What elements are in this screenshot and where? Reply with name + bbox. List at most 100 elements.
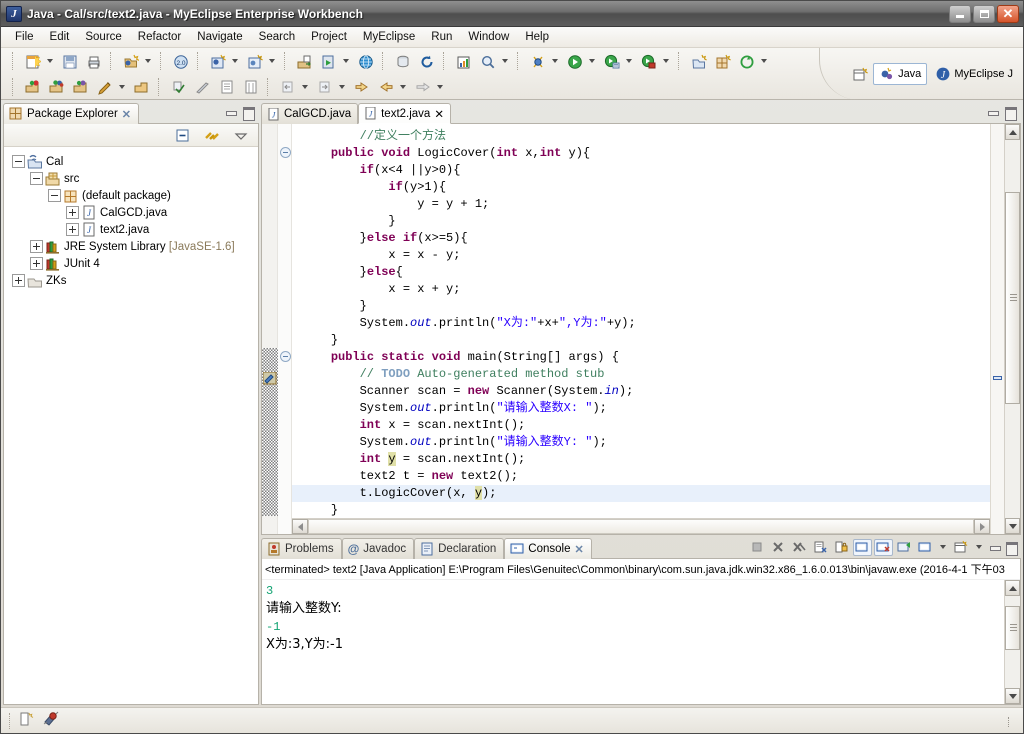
run-ant-icon[interactable] [191,76,213,97]
tree-item-cal[interactable]: Cal [12,153,258,170]
debug-dropdown-icon[interactable] [549,51,560,72]
perspective-tab-myeclipse[interactable]: J MyEclipse J [929,63,1019,85]
menu-refactor[interactable]: Refactor [130,29,189,45]
expander-icon[interactable] [66,206,79,219]
search-icon[interactable] [476,51,498,72]
new-java-project-dropdown-icon[interactable] [142,51,153,72]
minimize-view-button[interactable] [224,106,238,119]
close-button[interactable]: ✕ [997,4,1019,23]
display-console-dropdown-icon[interactable] [937,537,948,558]
web-20-icon[interactable]: 2.0 [169,51,191,72]
new-package-icon[interactable] [243,51,265,72]
new-wizard-icon[interactable] [21,51,43,72]
menu-edit[interactable]: Edit [42,29,78,45]
tree-item-zks[interactable]: ZKs [12,272,258,289]
menu-source[interactable]: Source [77,29,129,45]
run-dropdown-icon[interactable] [586,51,597,72]
open-console-dropdown-icon[interactable] [973,537,984,558]
menu-project[interactable]: Project [303,29,355,45]
tab-package-explorer[interactable]: Package Explorer ✕ [3,103,139,124]
external-tools-icon[interactable] [600,51,622,72]
maximize-view-button[interactable] [241,106,255,121]
scroll-up-button[interactable] [1005,580,1020,596]
run-icon[interactable] [563,51,585,72]
new-package-dropdown-icon[interactable] [266,51,277,72]
new-wizard-dropdown-icon[interactable] [44,51,55,72]
myeclipse-status-icon[interactable] [42,711,62,730]
vertical-scroll-track[interactable] [1005,140,1020,518]
expander-icon[interactable] [12,155,25,168]
new-class-icon[interactable] [206,51,228,72]
new-file-wizard-dropdown-icon[interactable] [116,76,127,97]
remove-all-terminated-icon[interactable] [790,539,809,556]
scroll-lock-icon[interactable] [832,539,851,556]
show-console-on-error-icon[interactable] [874,538,893,556]
expander-icon[interactable] [48,189,61,202]
open-perspective-icon[interactable] [848,64,870,85]
expander-icon[interactable] [30,240,43,253]
editor-tab-calgcd[interactable]: J CalGCD.java [261,103,359,124]
vertical-scroll-thumb[interactable] [1005,606,1020,650]
refresh-icon[interactable] [415,51,437,72]
tree-item-default-package[interactable]: (default package) [12,187,258,204]
toggle-mark-occurrences-icon[interactable] [239,76,261,97]
pin-console-icon[interactable] [895,539,914,556]
display-selected-console-icon[interactable] [916,539,935,556]
open-console-icon[interactable] [952,539,971,556]
menu-run[interactable]: Run [423,29,460,45]
tab-javadoc[interactable]: @ Javadoc [341,538,415,559]
tab-console[interactable]: Console ✕ [504,538,592,559]
editor-horizontal-scrollbar[interactable] [292,518,990,534]
scroll-up-button[interactable] [1005,124,1020,140]
search-dropdown-icon[interactable] [499,51,510,72]
view-menu-icon[interactable] [229,125,251,146]
run-last-icon[interactable] [637,51,659,72]
tab-problems[interactable]: Problems [261,538,342,559]
editor-tab-text2[interactable]: J text2.java ✕ [358,103,451,124]
editor-folding-ruler[interactable] [278,124,292,534]
new-java-project-icon[interactable] [119,51,141,72]
back-history-icon[interactable] [374,76,396,97]
save-icon[interactable] [58,51,80,72]
menu-myeclipse[interactable]: MyEclipse [355,29,423,45]
vertical-scroll-thumb[interactable] [1005,192,1020,404]
close-icon[interactable]: ✕ [575,543,584,556]
maximize-editor-button[interactable] [1003,106,1017,121]
editor-overview-ruler[interactable] [990,124,1004,534]
tab-declaration[interactable]: Declaration [414,538,505,559]
scroll-left-button[interactable] [292,519,308,534]
menu-help[interactable]: Help [517,29,557,45]
maximize-console-button[interactable] [1004,541,1018,556]
minimize-editor-button[interactable] [986,106,1000,119]
collapse-all-icon[interactable] [171,125,193,146]
remove-launch-icon[interactable] [769,539,788,556]
code-text-area[interactable]: //定义一个方法 public void LogicCover(int x,in… [292,124,990,518]
database-explorer-icon[interactable] [391,51,413,72]
forward-navigation-icon[interactable] [411,76,433,97]
toggle-breadcrumb-icon[interactable] [215,76,237,97]
previous-edit-dropdown-icon[interactable] [299,76,310,97]
forward-history-icon[interactable] [350,76,372,97]
maximize-button[interactable] [973,4,995,23]
vertical-scroll-track[interactable] [1005,596,1020,688]
scroll-down-button[interactable] [1005,688,1020,704]
perspective-tab-java[interactable]: Java [873,63,928,85]
print-icon[interactable] [82,51,104,72]
forward-navigation-dropdown-icon[interactable] [434,76,445,97]
scroll-down-button[interactable] [1005,518,1020,534]
next-edit-dropdown-icon[interactable] [336,76,347,97]
open-resource-icon[interactable] [69,76,91,97]
menu-window[interactable]: Window [460,29,517,45]
scroll-right-button[interactable] [974,519,990,534]
next-edit-location-icon[interactable] [313,76,335,97]
expander-icon[interactable] [30,172,43,185]
menu-search[interactable]: Search [251,29,303,45]
editor-annotation-ruler[interactable] [262,124,278,534]
minimize-console-button[interactable] [988,541,1002,554]
horizontal-scroll-track[interactable] [308,519,974,534]
open-task-icon[interactable] [45,76,67,97]
new-class-dropdown-icon[interactable] [229,51,240,72]
expander-icon[interactable] [66,223,79,236]
validate-icon[interactable] [167,76,189,97]
run-server-icon[interactable] [317,51,339,72]
